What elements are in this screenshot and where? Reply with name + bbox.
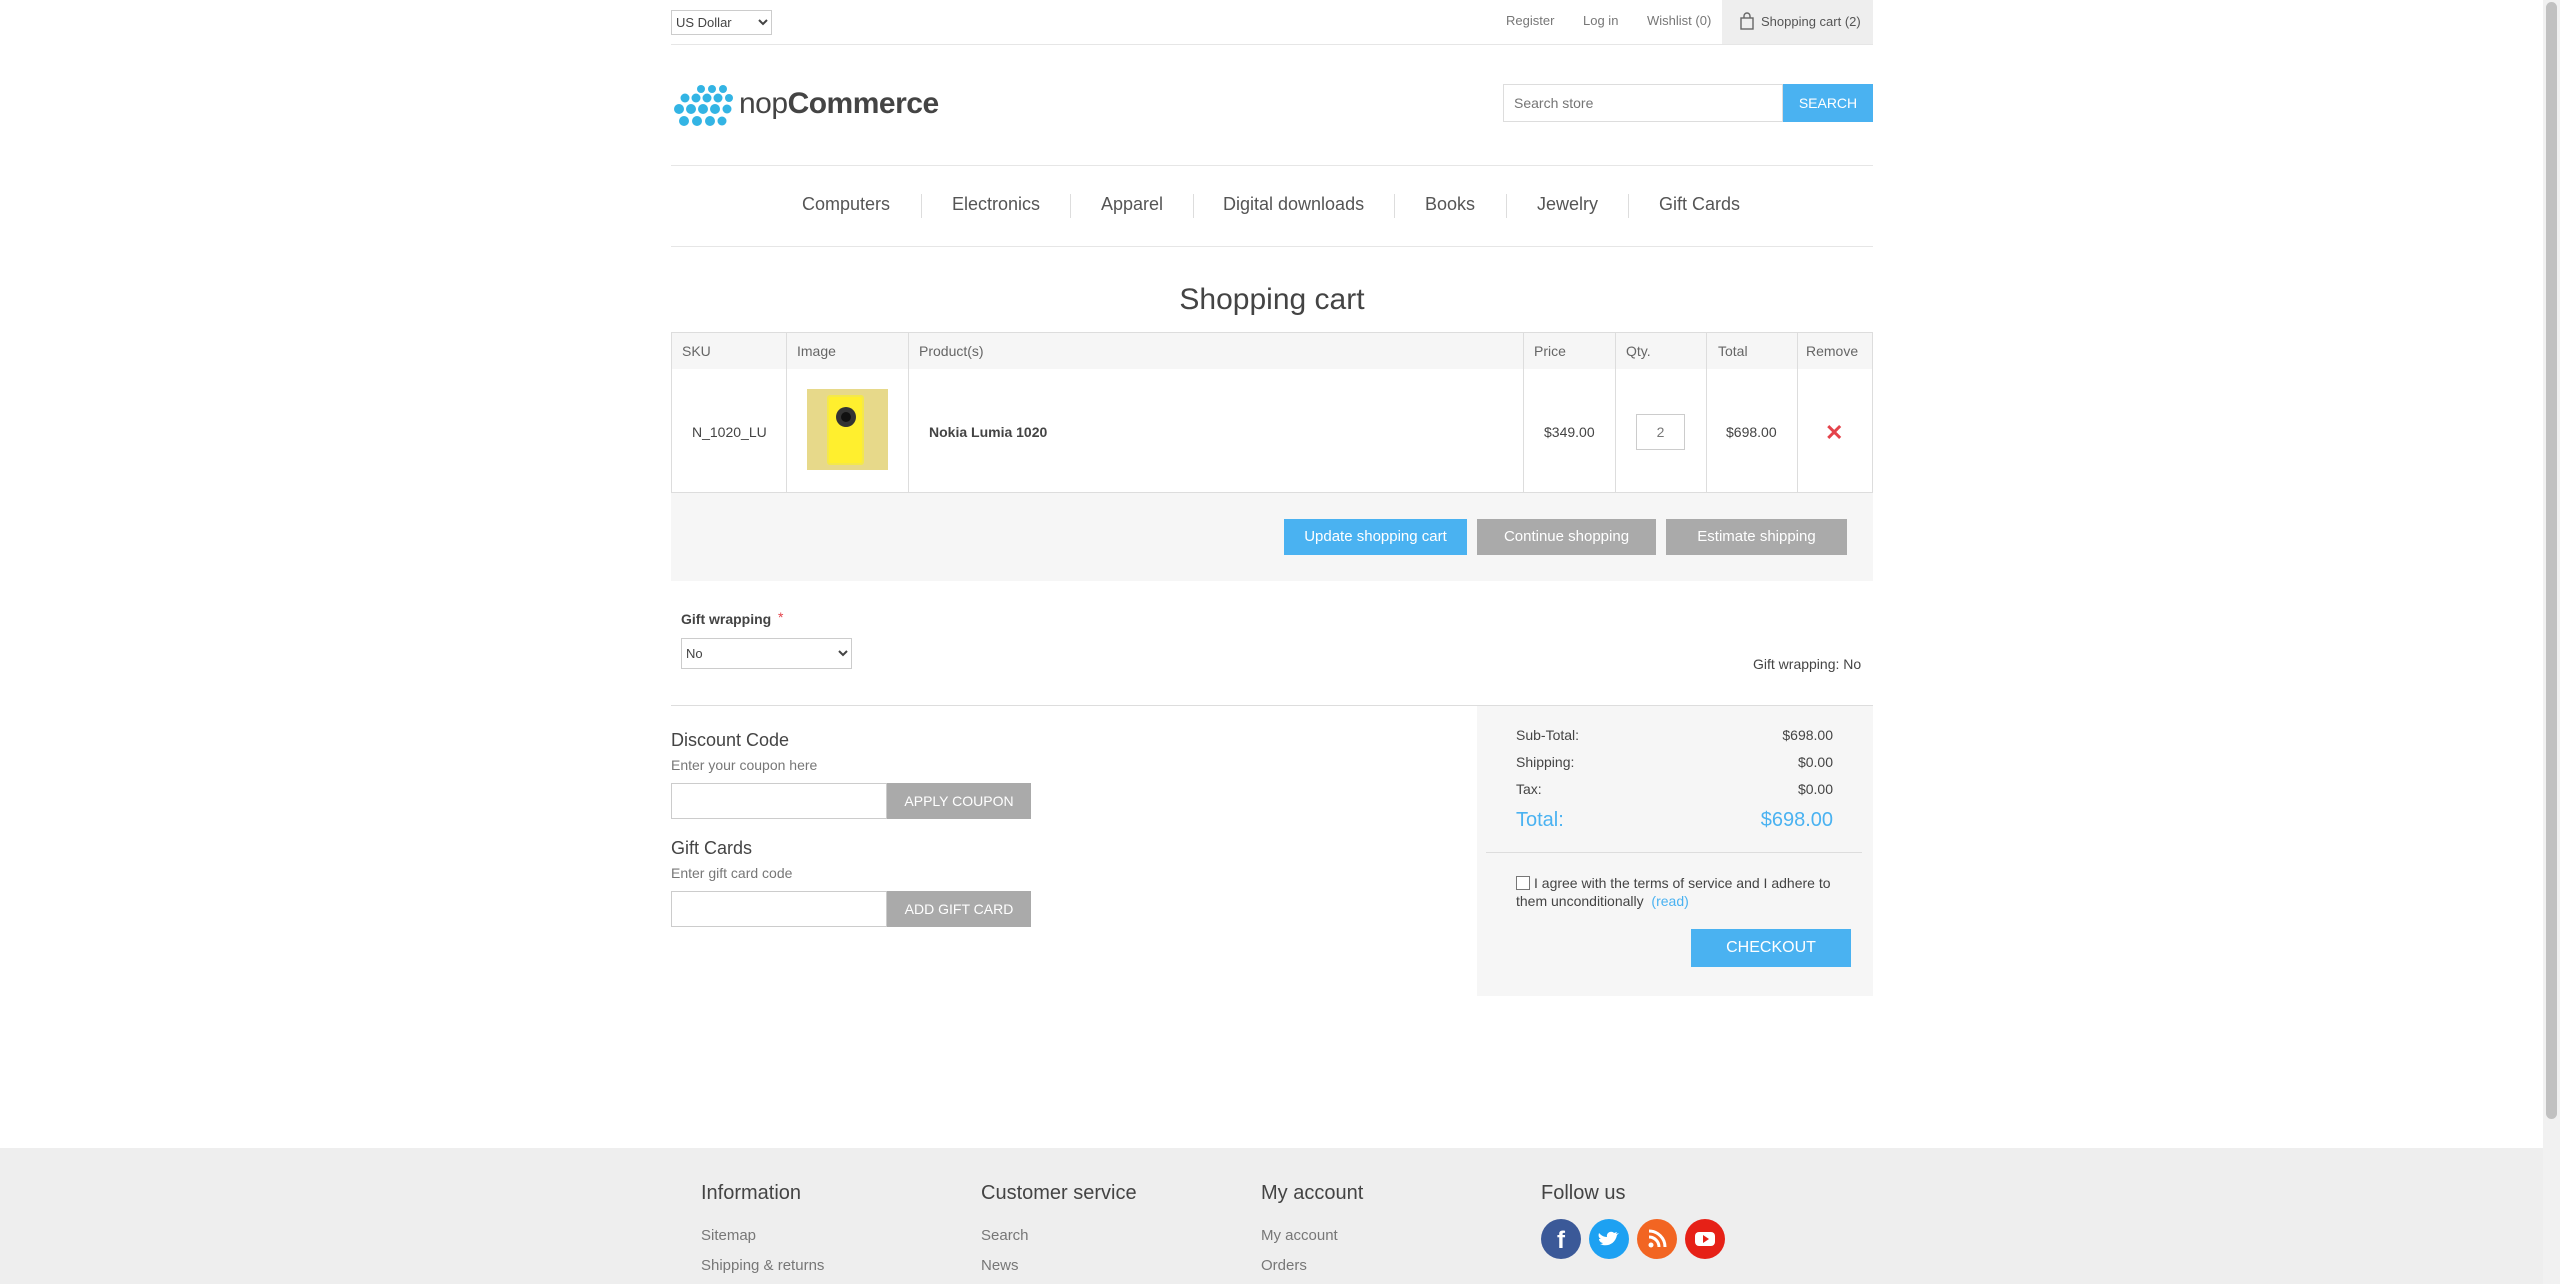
checkout-button[interactable]: CHECKOUT [1691, 929, 1851, 967]
search-input[interactable] [1503, 84, 1783, 122]
footer-link-shipping-returns[interactable]: Shipping & returns [701, 1257, 824, 1274]
column-divider [786, 333, 787, 492]
footer-customer-service-title: Customer service [981, 1182, 1137, 1204]
nav-separator [1070, 194, 1071, 218]
footer-link-my-account[interactable]: My account [1261, 1227, 1338, 1244]
shopping-bag-icon [1740, 12, 1754, 30]
column-header-total: Total [1718, 343, 1748, 359]
column-header-qty: Qty. [1626, 343, 1651, 359]
column-divider [1797, 333, 1798, 492]
required-marker: * [778, 609, 784, 625]
tax-label: Tax: [1516, 781, 1542, 797]
footer-information-title: Information [701, 1182, 802, 1204]
column-divider [1523, 333, 1524, 492]
scrollbar-thumb[interactable] [2546, 2, 2557, 1119]
nav-item-apparel[interactable]: Apparel [1101, 194, 1163, 215]
cart-item-sku: N_1020_LU [692, 424, 767, 440]
header-divider [671, 44, 1873, 45]
quantity-input[interactable] [1636, 414, 1685, 450]
gift-wrapping-label: Gift wrapping [681, 611, 772, 627]
nav-separator [1506, 194, 1507, 218]
column-header-products: Product(s) [919, 343, 984, 359]
subtotal-label: Sub-Total: [1516, 727, 1580, 743]
nav-item-books[interactable]: Books [1425, 194, 1475, 215]
nav-separator [1193, 194, 1194, 218]
column-header-sku: SKU [682, 343, 711, 359]
column-divider [1615, 333, 1616, 492]
order-total-label: Total: [1516, 809, 1564, 831]
twitter-icon[interactable] [1589, 1219, 1629, 1259]
discount-code-hint: Enter your coupon here [671, 757, 818, 773]
subtotal-value: $698.00 [1782, 727, 1833, 743]
nav-item-gift-cards[interactable]: Gift Cards [1659, 194, 1740, 215]
discount-code-input[interactable] [671, 783, 887, 819]
cart-table-header [672, 333, 1872, 369]
column-header-image: Image [797, 343, 836, 359]
product-image[interactable] [807, 389, 888, 470]
discount-code-title: Discount Code [671, 730, 790, 750]
svg-text:f: f [1557, 1227, 1566, 1254]
totals-divider [1486, 852, 1862, 853]
footer-link-news[interactable]: News [981, 1257, 1019, 1274]
nav-separator [921, 194, 922, 218]
page-title: Shopping cart [1179, 283, 1365, 316]
footer-my-account-title: My account [1261, 1182, 1364, 1204]
nav-divider-top [671, 165, 1873, 166]
search-button[interactable]: SEARCH [1783, 84, 1873, 122]
nav-divider-bottom [671, 246, 1873, 247]
shopping-cart-link[interactable]: Shopping cart (2) [1722, 0, 1873, 44]
product-name-link[interactable]: Nokia Lumia 1020 [929, 424, 1047, 440]
nav-item-computers[interactable]: Computers [802, 194, 890, 215]
nav-separator [1628, 194, 1629, 218]
gift-cards-title: Gift Cards [671, 838, 753, 858]
shipping-value: $0.00 [1797, 754, 1833, 770]
update-cart-button[interactable]: Update shopping cart [1284, 519, 1467, 555]
remove-item-icon[interactable]: ✕ [1825, 420, 1843, 446]
add-gift-card-button[interactable]: ADD GIFT CARD [887, 891, 1031, 927]
cart-item-price: $349.00 [1544, 424, 1595, 440]
currency-selector[interactable]: US Dollar [671, 10, 772, 35]
tax-value: $0.00 [1797, 781, 1833, 797]
nav-item-electronics[interactable]: Electronics [952, 194, 1040, 215]
gift-wrapping-select[interactable]: No [681, 638, 852, 669]
column-divider [908, 333, 909, 492]
register-link[interactable]: Register [1506, 13, 1554, 28]
column-header-price: Price [1534, 343, 1566, 359]
column-header-remove: Remove [1806, 343, 1859, 359]
apply-coupon-button[interactable]: APPLY COUPON [887, 783, 1031, 819]
shopping-cart-label: Shopping cart (2) [1761, 14, 1861, 29]
footer-follow-us-title: Follow us [1541, 1182, 1626, 1204]
login-link[interactable]: Log in [1583, 13, 1618, 28]
youtube-icon[interactable] [1685, 1219, 1725, 1259]
nav-item-digital-downloads[interactable]: Digital downloads [1223, 194, 1364, 215]
store-logo[interactable]: nopCommerce [671, 84, 939, 129]
logo-text: nopCommerce [739, 87, 939, 120]
nav-separator [1394, 194, 1395, 218]
rss-icon[interactable] [1637, 1219, 1677, 1259]
gift-cards-hint: Enter gift card code [671, 865, 793, 881]
nav-item-jewelry[interactable]: Jewelry [1537, 194, 1598, 215]
gift-card-input[interactable] [671, 891, 887, 927]
shipping-label: Shipping: [1516, 754, 1575, 770]
order-total-value: $698.00 [1760, 809, 1833, 831]
cart-item-total: $698.00 [1726, 424, 1777, 440]
footer-link-search[interactable]: Search [981, 1227, 1029, 1244]
continue-shopping-button[interactable]: Continue shopping [1477, 519, 1656, 555]
terms-of-service-text: I agree with the terms of service and I … [1516, 874, 1856, 910]
footer-link-sitemap[interactable]: Sitemap [701, 1227, 756, 1244]
phone-image [827, 395, 864, 465]
wishlist-link[interactable]: Wishlist (0) [1647, 13, 1711, 28]
terms-read-link[interactable]: (read) [1651, 893, 1688, 909]
logo-dots-icon [674, 85, 733, 126]
facebook-icon[interactable]: f [1541, 1219, 1581, 1259]
gift-wrapping-summary: Gift wrapping: No [1753, 656, 1862, 672]
estimate-shipping-button[interactable]: Estimate shipping [1666, 519, 1847, 555]
column-divider [1706, 333, 1707, 492]
footer-link-orders[interactable]: Orders [1261, 1257, 1307, 1274]
